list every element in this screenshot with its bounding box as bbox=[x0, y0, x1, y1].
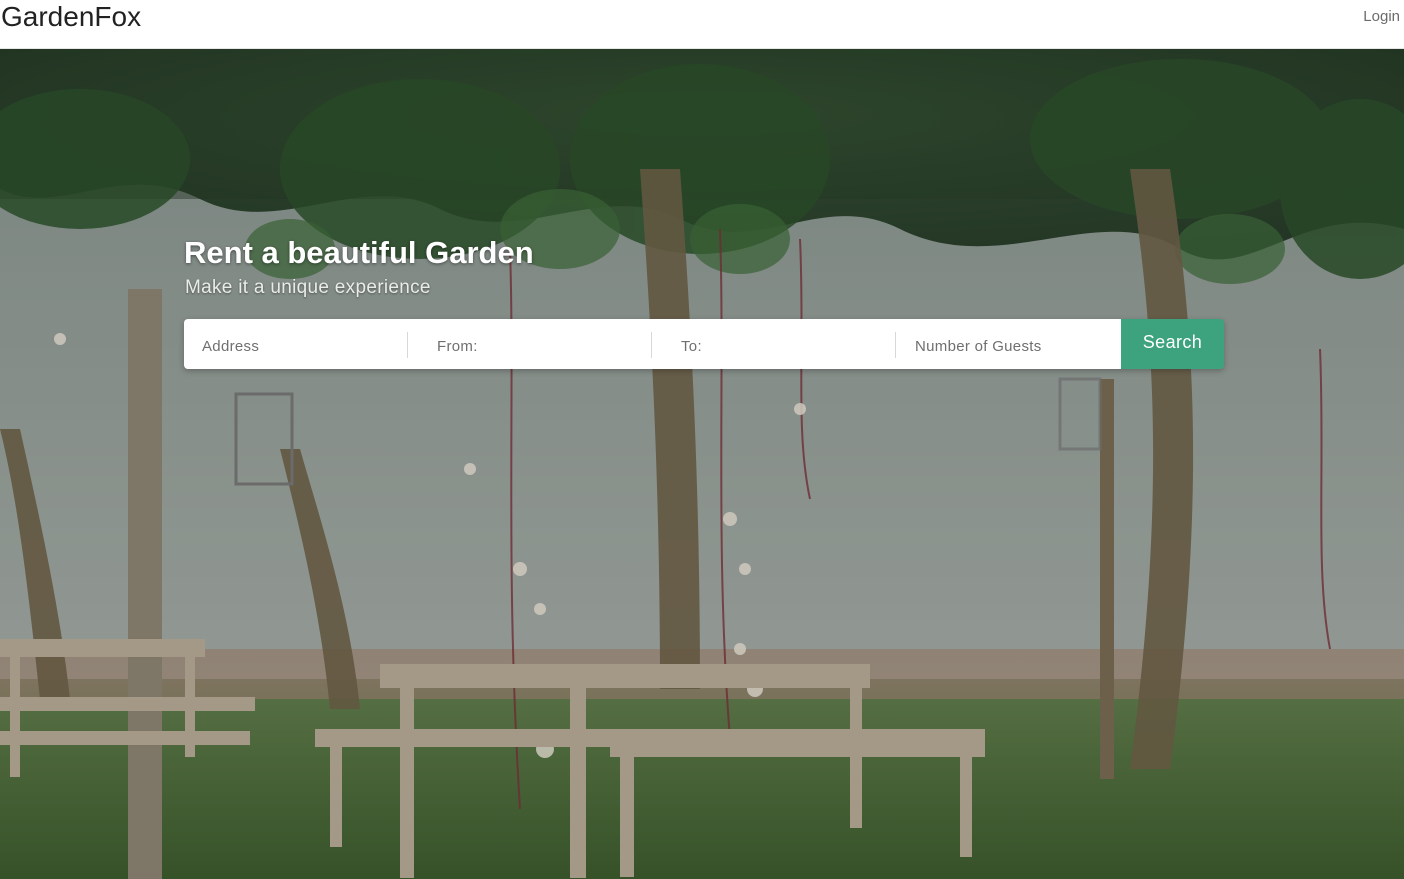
search-button[interactable]: Search bbox=[1121, 319, 1224, 369]
guests-field-wrapper bbox=[896, 319, 1121, 369]
hero-title: Rent a beautiful Garden bbox=[184, 235, 534, 270]
brand-logo[interactable]: GardenFox bbox=[1, 0, 141, 34]
login-link[interactable]: Login bbox=[1363, 7, 1400, 27]
guests-input[interactable] bbox=[915, 319, 1121, 369]
address-field-wrapper bbox=[184, 319, 408, 369]
search-form: Search bbox=[184, 319, 1224, 369]
to-field-wrapper bbox=[652, 319, 896, 369]
from-date-input[interactable] bbox=[437, 319, 652, 369]
top-navbar: GardenFox Login bbox=[0, 0, 1404, 49]
hero-subtitle: Make it a unique experience bbox=[185, 277, 431, 298]
address-input[interactable] bbox=[202, 319, 408, 369]
hero-overlay bbox=[0, 49, 1404, 879]
hero-section: Rent a beautiful Garden Make it a unique… bbox=[0, 49, 1404, 879]
from-field-wrapper bbox=[408, 319, 652, 369]
to-date-input[interactable] bbox=[681, 319, 896, 369]
